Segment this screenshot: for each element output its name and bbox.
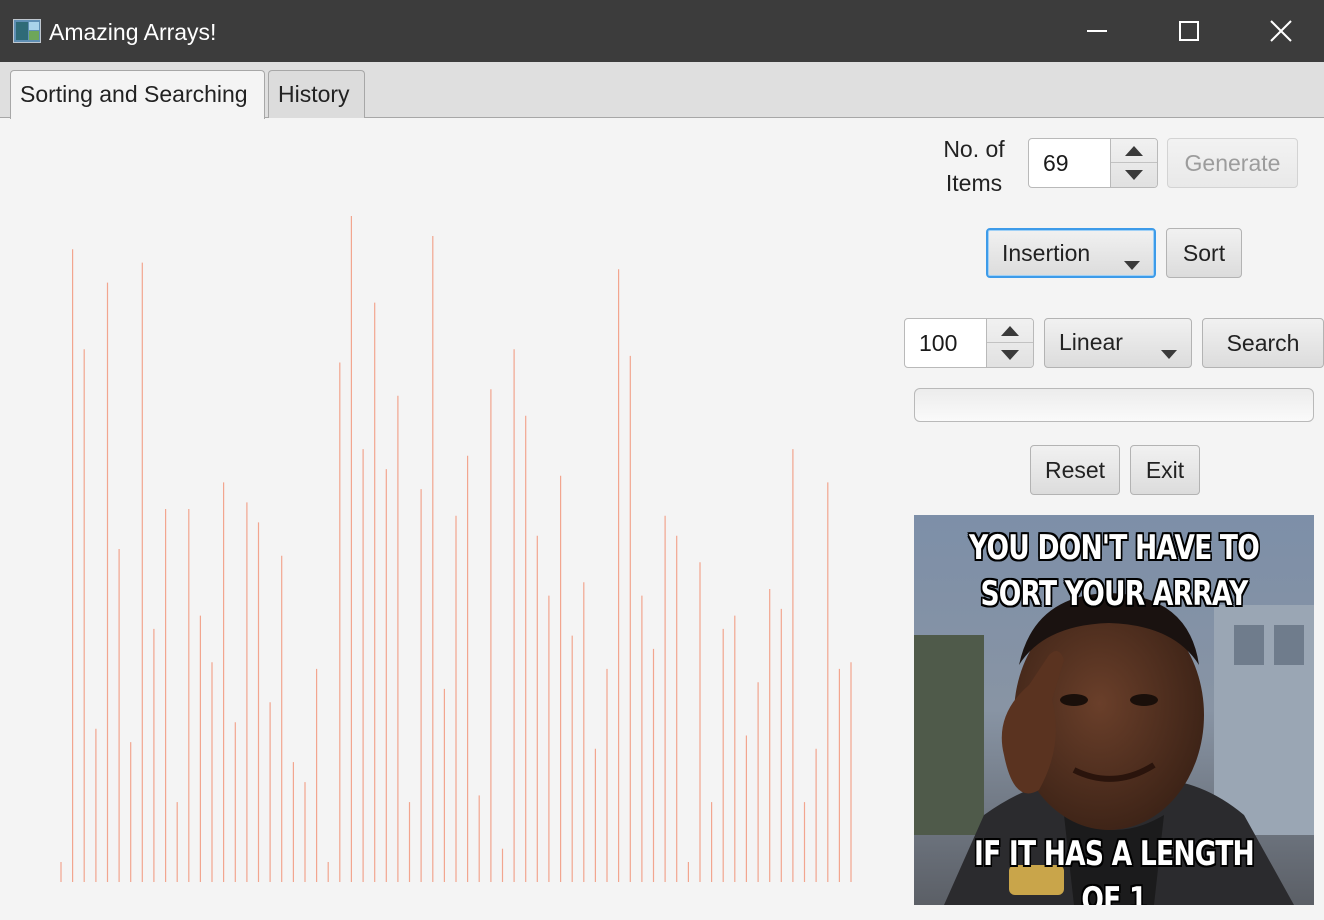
meme-bottom-caption: IF IT HAS A LENGTH OF 1 <box>974 834 1255 905</box>
tab-history[interactable]: History <box>268 70 365 118</box>
title-bar: Amazing Arrays! <box>0 0 1324 62</box>
search-value[interactable]: 100 <box>919 319 957 367</box>
sort-algorithm-select[interactable]: Insertion <box>986 228 1156 278</box>
meme-top-caption: YOU DON'T HAVE TO SORT YOUR ARRAY <box>969 528 1260 614</box>
search-algorithm-value: Linear <box>1059 329 1123 355</box>
progress-bar <box>914 388 1314 422</box>
array-bar-chart <box>0 118 900 920</box>
meme-image: YOU DON'T HAVE TO SORT YOUR ARRAY IF IT … <box>914 515 1314 905</box>
exit-button[interactable]: Exit <box>1130 445 1200 495</box>
sort-button[interactable]: Sort <box>1166 228 1242 278</box>
reset-button[interactable]: Reset <box>1030 445 1120 495</box>
minimize-icon[interactable] <box>1051 0 1143 62</box>
tab-strip: Sorting and Searching History <box>0 62 1324 119</box>
window-title: Amazing Arrays! <box>49 19 217 45</box>
spinner-down-icon[interactable] <box>987 343 1033 367</box>
chevron-down-icon <box>1124 249 1140 276</box>
search-button[interactable]: Search <box>1202 318 1324 368</box>
chevron-down-icon <box>1161 338 1177 365</box>
search-value-spinner[interactable]: 100 <box>904 318 1034 368</box>
items-count-label: No. of Items <box>943 136 1005 196</box>
items-count-value[interactable]: 69 <box>1043 139 1069 187</box>
app-window-icon <box>13 19 41 43</box>
generate-button[interactable]: Generate <box>1167 138 1298 188</box>
spinner-down-icon[interactable] <box>1111 163 1157 187</box>
tab-sorting-and-searching[interactable]: Sorting and Searching <box>10 70 265 119</box>
spinner-up-icon[interactable] <box>987 319 1033 343</box>
search-algorithm-select[interactable]: Linear <box>1044 318 1192 368</box>
close-icon[interactable] <box>1235 0 1324 62</box>
items-count-spinner[interactable]: 69 <box>1028 138 1158 188</box>
spinner-up-icon[interactable] <box>1111 139 1157 163</box>
sort-algorithm-value: Insertion <box>1002 240 1091 266</box>
maximize-icon[interactable] <box>1143 0 1235 62</box>
